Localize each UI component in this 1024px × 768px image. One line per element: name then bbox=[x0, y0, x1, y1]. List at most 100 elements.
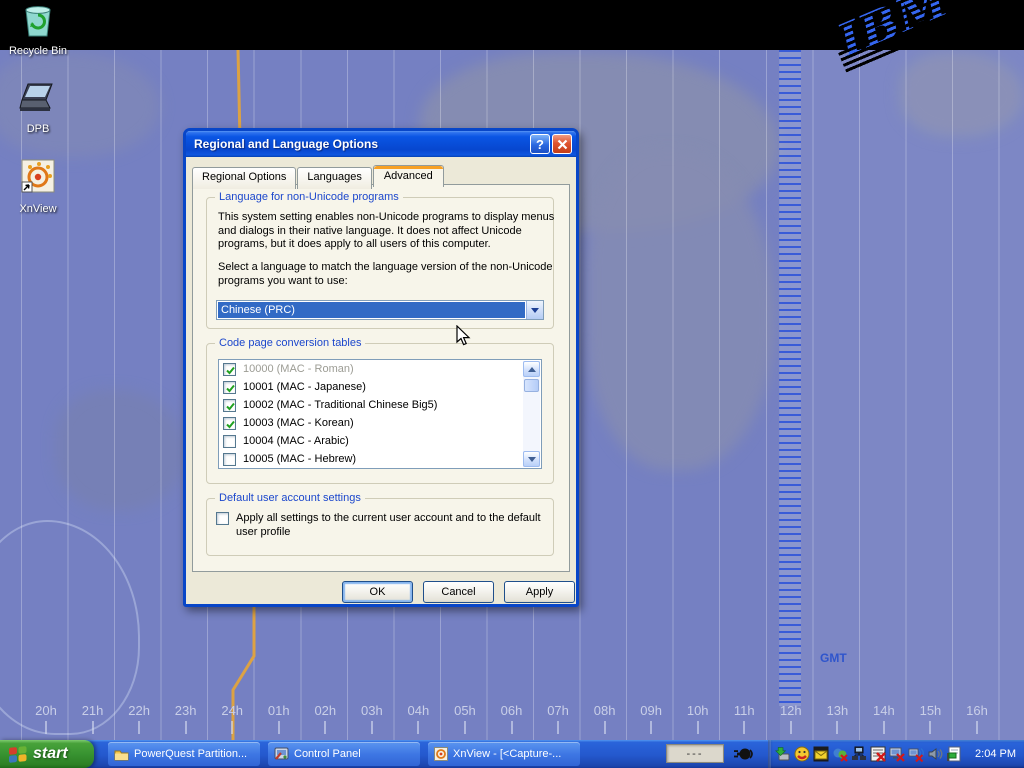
timezone-tick bbox=[371, 721, 373, 734]
advanced-tab-page: Language for non-Unicode programs This s… bbox=[192, 184, 570, 572]
tab-regional-options[interactable]: Regional Options bbox=[192, 167, 296, 189]
timezone-tick bbox=[604, 721, 606, 734]
timezone-tick bbox=[557, 721, 559, 734]
code-page-list[interactable]: 10000 (MAC - Roman) 10001 (MAC - Japanese… bbox=[218, 359, 542, 469]
task-control-panel[interactable]: Control Panel bbox=[268, 742, 420, 766]
dialog-titlebar[interactable]: Regional and Language Options ? bbox=[186, 131, 576, 157]
system-tray: 2:04 PM bbox=[768, 740, 1024, 768]
group-non-unicode: Language for non-Unicode programs This s… bbox=[206, 197, 554, 329]
codepage-label: 10005 (MAC - Hebrew) bbox=[243, 453, 356, 465]
codepage-label: 10002 (MAC - Traditional Chinese Big5) bbox=[243, 399, 437, 411]
timezone-tick bbox=[185, 721, 187, 734]
dropdown-button[interactable] bbox=[526, 301, 543, 319]
apply-all-settings-checkbox[interactable] bbox=[216, 512, 229, 525]
codepage-checkbox[interactable] bbox=[223, 363, 236, 376]
help-button[interactable]: ? bbox=[530, 134, 550, 154]
codepage-row[interactable]: 10003 (MAC - Korean) bbox=[219, 414, 541, 432]
non-unicode-description: This system setting enables non-Unicode … bbox=[218, 211, 556, 252]
codepage-label: 10003 (MAC - Korean) bbox=[243, 417, 354, 429]
timezone-label: 22h bbox=[128, 703, 150, 718]
timezone-label: 12h bbox=[780, 703, 802, 718]
timezone-label: 03h bbox=[361, 703, 383, 718]
chevron-down-icon bbox=[528, 457, 536, 462]
remove-hardware-icon[interactable] bbox=[775, 746, 791, 762]
battery-meter[interactable]: --- bbox=[666, 744, 724, 763]
group-code-pages: Code page conversion tables 10000 (MAC -… bbox=[206, 343, 554, 484]
codepage-checkbox[interactable] bbox=[223, 435, 236, 448]
start-label: start bbox=[33, 745, 68, 763]
timezone-tick bbox=[697, 721, 699, 734]
codepage-checkbox[interactable] bbox=[223, 417, 236, 430]
language-dropdown-value: Chinese (PRC) bbox=[218, 302, 525, 318]
codepage-row[interactable]: 10002 (MAC - Traditional Chinese Big5) bbox=[219, 396, 541, 414]
network-hub-icon[interactable] bbox=[851, 746, 867, 762]
task-scheduler-icon[interactable] bbox=[946, 746, 962, 762]
codepage-row[interactable]: 10000 (MAC - Roman) bbox=[219, 360, 541, 378]
task-powerquest[interactable]: PowerQuest Partition... bbox=[108, 742, 260, 766]
computer-offline-icon[interactable] bbox=[889, 746, 905, 762]
codepage-label: 10000 (MAC - Roman) bbox=[243, 363, 354, 375]
timezone-label: 02h bbox=[314, 703, 336, 718]
codepage-checkbox[interactable] bbox=[223, 381, 236, 394]
scrollbar-thumb[interactable] bbox=[524, 379, 539, 392]
list-scrollbar[interactable] bbox=[523, 361, 540, 467]
close-button[interactable] bbox=[552, 134, 572, 154]
timezone-label: 08h bbox=[594, 703, 616, 718]
msn-offline-icon[interactable] bbox=[832, 746, 848, 762]
task-label: Control Panel bbox=[294, 748, 361, 760]
tab-advanced[interactable]: Advanced bbox=[373, 165, 444, 187]
timezone-tick bbox=[464, 721, 466, 734]
timezone-label: 23h bbox=[175, 703, 197, 718]
ok-button[interactable]: OK bbox=[342, 581, 413, 603]
dialog-client-area: Regional Options Languages Advanced Lang… bbox=[186, 157, 576, 604]
network-error-icon[interactable] bbox=[870, 746, 886, 762]
timezone-label: 07h bbox=[547, 703, 569, 718]
close-icon bbox=[557, 139, 568, 150]
timezone-label: 16h bbox=[966, 703, 988, 718]
tab-languages[interactable]: Languages bbox=[297, 167, 371, 189]
regional-language-options-dialog: Regional and Language Options ? Regional… bbox=[183, 128, 579, 607]
timezone-label: 14h bbox=[873, 703, 895, 718]
codepage-row[interactable]: 10005 (MAC - Hebrew) bbox=[219, 450, 541, 468]
apply-button[interactable]: Apply bbox=[504, 581, 575, 603]
timezone-label: 01h bbox=[268, 703, 290, 718]
cancel-button[interactable]: Cancel bbox=[423, 581, 494, 603]
mail-notify-icon[interactable] bbox=[813, 746, 829, 762]
scroll-down-button[interactable] bbox=[523, 451, 540, 467]
volume-icon[interactable] bbox=[927, 746, 943, 762]
codepage-checkbox[interactable] bbox=[223, 399, 236, 412]
folder-icon bbox=[114, 748, 129, 761]
timezone-label: 11h bbox=[734, 703, 755, 718]
timezone-tick bbox=[976, 721, 978, 734]
start-button[interactable]: start bbox=[0, 740, 94, 768]
task-xnview[interactable]: XnView - [<Capture-... bbox=[428, 742, 580, 766]
clock[interactable]: 2:04 PM bbox=[975, 740, 1016, 768]
remote-offline-icon[interactable] bbox=[908, 746, 924, 762]
scroll-up-button[interactable] bbox=[523, 361, 540, 377]
group-caption: Language for non-Unicode programs bbox=[215, 191, 403, 203]
task-label: PowerQuest Partition... bbox=[134, 748, 247, 760]
timezone-label: 04h bbox=[408, 703, 430, 718]
tab-strip: Regional Options Languages Advanced bbox=[192, 165, 445, 187]
codepage-row[interactable]: 10004 (MAC - Arabic) bbox=[219, 432, 541, 450]
timezone-label: 21h bbox=[82, 703, 104, 718]
phone-agent-icon[interactable] bbox=[794, 746, 810, 762]
timezone-tick bbox=[92, 721, 94, 734]
xnview-icon bbox=[20, 183, 56, 200]
timezone-label: 13h bbox=[826, 703, 848, 718]
language-dropdown[interactable]: Chinese (PRC) bbox=[216, 300, 544, 320]
group-caption: Code page conversion tables bbox=[215, 337, 365, 349]
codepage-checkbox[interactable] bbox=[223, 453, 236, 466]
timezone-tick bbox=[650, 721, 652, 734]
desktop-icon-xnview[interactable]: XnView bbox=[0, 158, 76, 215]
desktop-icon-recycle-bin[interactable]: Recycle Bin bbox=[0, 4, 76, 57]
desktop-icon-dpb[interactable]: DPB bbox=[0, 82, 76, 135]
group-default-user: Default user account settings Apply all … bbox=[206, 498, 554, 556]
power-plug-icon[interactable] bbox=[734, 745, 754, 763]
desktop-icon-label: Recycle Bin bbox=[0, 45, 76, 57]
codepage-row[interactable]: 10001 (MAC - Japanese) bbox=[219, 378, 541, 396]
timezone-tick bbox=[929, 721, 931, 734]
timezone-tick bbox=[836, 721, 838, 734]
timezone-tick bbox=[743, 721, 745, 734]
timezone-tick bbox=[417, 721, 419, 734]
